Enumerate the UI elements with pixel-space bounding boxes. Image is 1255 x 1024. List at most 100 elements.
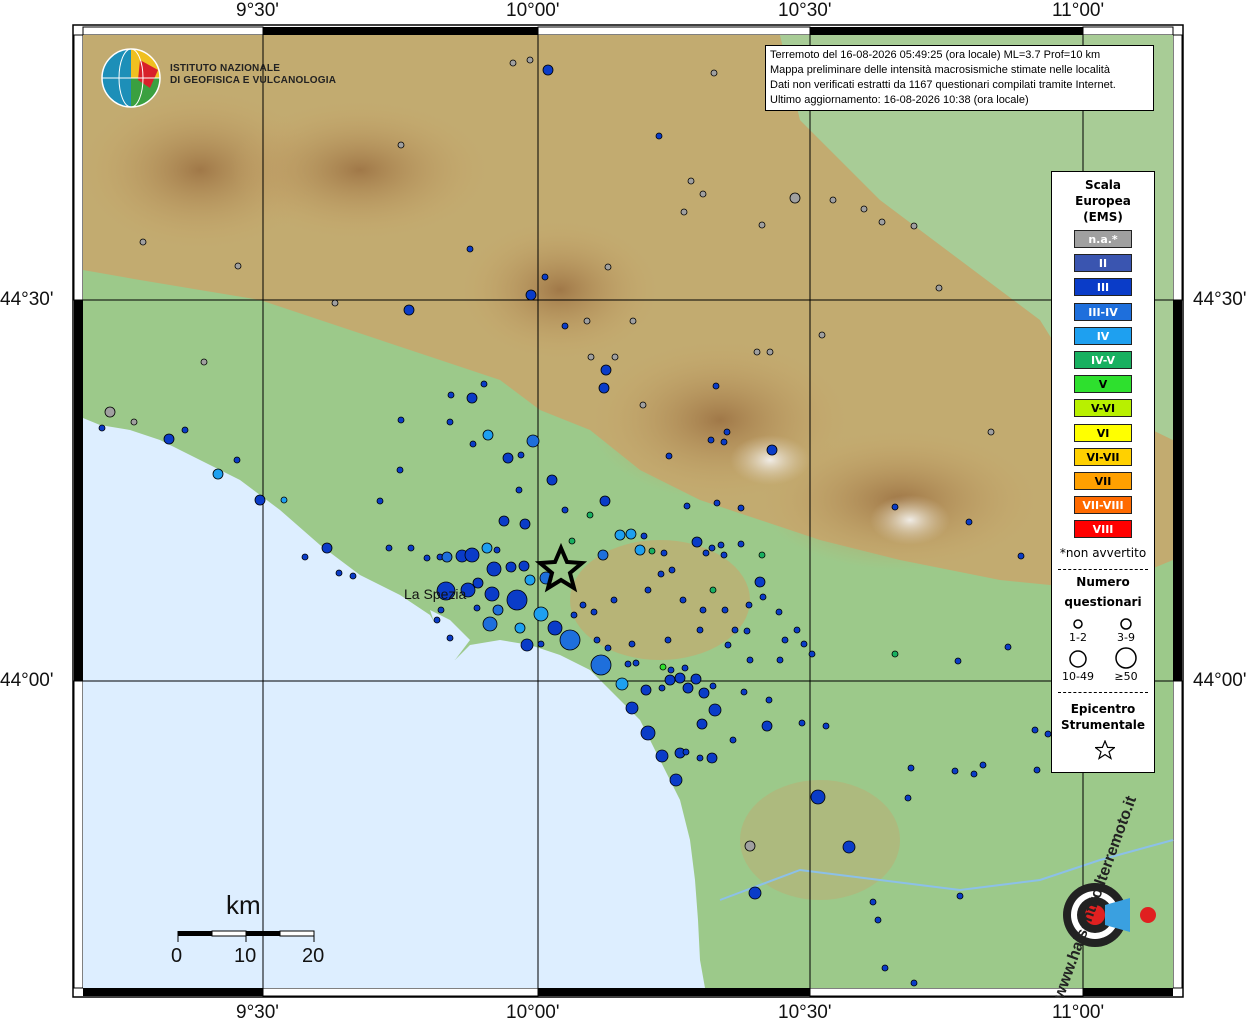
intensity-point (759, 593, 767, 601)
intensity-point (546, 474, 558, 486)
intensity-point (658, 684, 666, 692)
intensity-point (766, 348, 774, 356)
intensity-point (403, 304, 415, 316)
legend-swatch-iiiiv: III-IV (1074, 302, 1132, 321)
info-line3: Dati non verificati estratti da 1167 que… (770, 79, 1116, 91)
intensity-point (706, 752, 718, 764)
intensity-point (910, 979, 918, 987)
intensity-point (447, 391, 455, 399)
legend-swatch-viii: VIII (1074, 520, 1132, 539)
intensity-point (737, 504, 745, 512)
intensity-point (349, 572, 357, 580)
lon-tick-bottom: 10°00' (506, 1002, 560, 1023)
legend-swatch-ii: II (1074, 254, 1132, 273)
intensity-point (731, 626, 739, 634)
intensity-point (979, 761, 987, 769)
intensity-point (590, 608, 598, 616)
intensity-point (776, 656, 784, 664)
intensity-point (472, 577, 484, 589)
intensity-point (709, 586, 717, 594)
lon-tick-top: 10°00' (506, 0, 560, 21)
intensity-point (1031, 726, 1039, 734)
intensity-point (818, 331, 826, 339)
intensity-point (505, 561, 517, 573)
numero-title-2: questionari (1064, 595, 1142, 609)
intensity-point (644, 586, 652, 594)
intensity-point (568, 537, 576, 545)
intensity-point (519, 518, 531, 530)
intensity-point (492, 604, 504, 616)
intensity-point (233, 456, 241, 464)
intensity-point (910, 222, 918, 230)
intensity-point (212, 468, 224, 480)
intensity-point (628, 640, 636, 648)
intensity-point (579, 601, 587, 609)
legend-swatch-vi: VI (1074, 423, 1132, 442)
intensity-point (765, 696, 773, 704)
non-avvertito-note: *non avvertito (1059, 546, 1147, 560)
info-line1: Terremoto del 16-08-2026 05:49:25 (ora l… (770, 49, 1101, 61)
logo-line2: DI GEOFISICA E VULCANOLOGIA (170, 75, 337, 86)
intensity-point (473, 604, 481, 612)
intensity-point (970, 770, 978, 778)
lat-tick-right: 44°30' (1193, 289, 1247, 310)
intensity-point (682, 748, 690, 756)
intensity-point (98, 424, 106, 432)
intensity-point (486, 561, 502, 577)
intensity-point (524, 574, 536, 586)
intensity-point (625, 528, 637, 540)
intensity-point (498, 515, 510, 527)
intensity-point (130, 418, 138, 426)
intensity-point (515, 486, 523, 494)
intensity-point (533, 606, 549, 622)
intensity-point (587, 353, 595, 361)
intensity-point (829, 196, 837, 204)
intensity-point (798, 719, 806, 727)
intensity-point (753, 348, 761, 356)
intensity-point (104, 406, 116, 418)
intensity-point (842, 840, 856, 854)
intensity-point (956, 892, 964, 900)
scale-label: 10 (234, 945, 257, 967)
map-area (80, 35, 1174, 988)
intensity-point (708, 544, 716, 552)
intensity-point (1017, 552, 1025, 560)
legend-swatch-na: n.a.* (1074, 230, 1132, 248)
intensity-point (611, 353, 619, 361)
intensity-point (593, 636, 601, 644)
scale-label: 20 (302, 945, 325, 967)
intensity-point (869, 898, 877, 906)
intensity-point (758, 221, 766, 229)
info-line2: Mappa preliminare delle intensità macros… (770, 64, 1110, 76)
intensity-point (139, 238, 147, 246)
intensity-point (547, 620, 563, 636)
intensity-point (598, 382, 610, 394)
intensity-point (935, 284, 943, 292)
intensity-point (541, 273, 549, 281)
legend-swatch-viiviii: VII-VIII (1074, 496, 1132, 515)
intensity-point (376, 497, 384, 505)
intensity-point (891, 503, 899, 511)
intensity-point (648, 547, 656, 555)
intensity-point (664, 674, 676, 686)
intensity-point (321, 542, 333, 554)
intensity-point (723, 428, 731, 436)
intensity-point (800, 640, 808, 648)
legend-swatch-v: V (1074, 375, 1132, 394)
intensity-point (640, 532, 648, 540)
size-label: 1-2 (1069, 631, 1087, 644)
intensity-point (280, 496, 288, 504)
legend-divider (1058, 569, 1148, 570)
intensity-point (758, 551, 766, 559)
intensity-point (743, 627, 751, 635)
lat-tick-right: 44°00' (1193, 670, 1247, 691)
intensity-point (690, 673, 702, 685)
intensity-point (604, 644, 612, 652)
intensity-point (301, 553, 309, 561)
intensity-point (891, 650, 899, 658)
intensity-point (668, 566, 676, 574)
intensity-point (1004, 643, 1012, 651)
scale-unit: km (226, 890, 261, 920)
intensity-point (614, 529, 626, 541)
legend: Scala Europea (EMS) n.a.* II III III-IV IV IV… (1051, 171, 1155, 773)
